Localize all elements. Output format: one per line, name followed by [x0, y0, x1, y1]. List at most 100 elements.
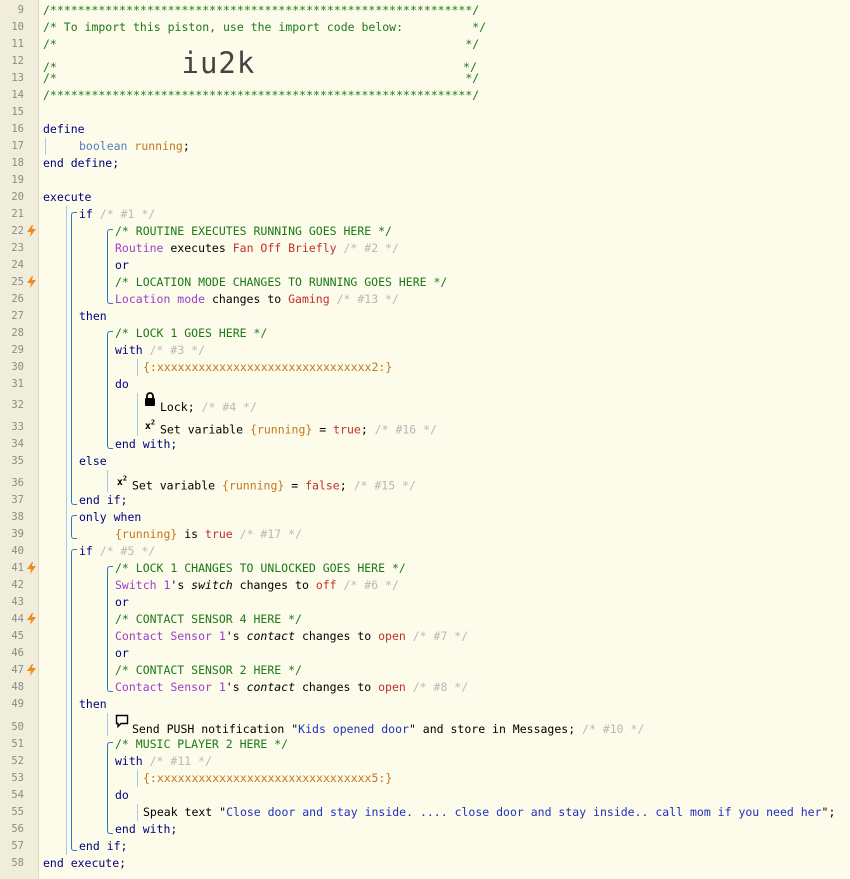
line-number: 45: [11, 630, 24, 642]
code-line[interactable]: 38 only when: [0, 509, 850, 526]
code-line[interactable]: 37 end if;: [0, 492, 850, 509]
line-number: 39: [11, 528, 24, 540]
code-line[interactable]: 32 Lock; /* #4 */: [0, 392, 850, 414]
code-token: ;: [339, 478, 347, 493]
line-number: 20: [11, 191, 24, 203]
code-line[interactable]: 20 execute: [0, 189, 850, 206]
lightning-bolt-icon[interactable]: [27, 664, 37, 677]
code-text: end execute;: [43, 855, 126, 872]
code-line[interactable]: 26 Location mode changes to Gaming /* #13…: [0, 291, 850, 308]
code-line[interactable]: 24 or: [0, 257, 850, 274]
code-line[interactable]: 35 else: [0, 453, 850, 470]
line-number: 42: [11, 579, 24, 591]
code-line[interactable]: 9 /**************************************…: [0, 2, 850, 19]
lightning-bolt-icon[interactable]: [27, 613, 37, 626]
code-token: /* #5 */: [99, 544, 156, 558]
code-line[interactable]: 46 or: [0, 645, 850, 662]
code-token: executes: [163, 241, 233, 255]
indent-guide: [107, 713, 108, 736]
code-line[interactable]: 52 with /* #11 */: [0, 753, 850, 770]
code-line[interactable]: 19: [0, 172, 850, 189]
code-token: changes to: [205, 292, 289, 306]
code-text: {:xxxxxxxxxxxxxxxxxxxxxxxxxxxxxxx2:}: [143, 359, 392, 376]
code-line[interactable]: 13 /* */: [0, 70, 850, 87]
code-line[interactable]: 50 Send PUSH notification "Kids opened do…: [0, 713, 850, 736]
code-line[interactable]: 42 Switch 1's switch changes to off /* #6…: [0, 577, 850, 594]
indent-guide: [137, 359, 138, 376]
code-token: =: [312, 422, 334, 437]
code-line[interactable]: 45 Contact Sensor 1's contact changes to …: [0, 628, 850, 645]
lightning-bolt-icon[interactable]: [27, 562, 37, 575]
code-token: Contact Sensor 1: [115, 629, 226, 643]
code-line[interactable]: 34 end with;: [0, 436, 850, 453]
code-text: end with;: [115, 436, 177, 453]
code-line[interactable]: 14 /*************************************…: [0, 87, 850, 104]
code-line[interactable]: 31 do: [0, 376, 850, 393]
line-number: 58: [11, 857, 24, 869]
code-line[interactable]: 21 if /* #1 */: [0, 206, 850, 223]
code-token: /* #2 */: [336, 241, 399, 255]
code-line[interactable]: 33 x2 Set variable {running} = true; /* #1…: [0, 414, 850, 436]
code-line[interactable]: 15: [0, 104, 850, 121]
code-line[interactable]: 39 {running} is true /* #17 */: [0, 526, 850, 543]
code-line[interactable]: 28 /* LOCK 1 GOES HERE */: [0, 325, 850, 342]
code-token: /***************************************…: [43, 3, 480, 17]
code-token: define: [43, 122, 85, 136]
code-token: open: [378, 629, 406, 643]
code-text: end if;: [79, 838, 127, 855]
code-token: /* CONTACT SENSOR 4 HERE */: [115, 612, 302, 626]
line-number: 14: [11, 89, 24, 101]
line-number: 37: [11, 494, 24, 506]
code-line[interactable]: 57 end if;: [0, 838, 850, 855]
code-line[interactable]: 30 {:xxxxxxxxxxxxxxxxxxxxxxxxxxxxxxx2:}: [0, 359, 850, 376]
piston-code-editor: 9 /**************************************…: [0, 0, 850, 879]
code-line[interactable]: 48 Contact Sensor 1's contact changes to …: [0, 679, 850, 696]
code-line[interactable]: 40 if /* #5 */: [0, 543, 850, 560]
code-token: Switch 1: [115, 578, 171, 592]
code-line[interactable]: 58 end execute;: [0, 855, 850, 872]
code-line[interactable]: 54 do: [0, 787, 850, 804]
code-token: Speak text ": [143, 805, 227, 819]
code-line[interactable]: 18 end define;: [0, 155, 850, 172]
indent-guide: [66, 206, 67, 855]
code-token: Close door and stay inside. .... close d…: [226, 805, 822, 819]
code-line[interactable]: 47 /* CONTACT SENSOR 2 HERE */: [0, 662, 850, 679]
code-line[interactable]: 44 /* CONTACT SENSOR 4 HERE */: [0, 611, 850, 628]
lightning-bolt-icon[interactable]: [27, 225, 37, 238]
code-line[interactable]: 49 then: [0, 696, 850, 713]
code-line[interactable]: 41 /* LOCK 1 CHANGES TO UNLOCKED GOES HER…: [0, 560, 850, 577]
code-line[interactable]: 23 Routine executes Fan Off Briefly /* #2…: [0, 240, 850, 257]
code-line[interactable]: 43 or: [0, 594, 850, 611]
line-number: 52: [11, 755, 24, 767]
code-line[interactable]: 55 Speak text "Close door and stay inside…: [0, 804, 850, 821]
code-token: Gaming: [288, 292, 330, 306]
code-line[interactable]: 25 /* LOCATION MODE CHANGES TO RUNNING GO…: [0, 274, 850, 291]
code-text: /* To import this piston, use the import…: [43, 19, 486, 36]
code-line[interactable]: 16 define: [0, 121, 850, 138]
code-token: =: [284, 478, 306, 493]
code-line[interactable]: 11 /* */: [0, 36, 850, 53]
code-token: Kids opened door: [298, 722, 409, 736]
code-line[interactable]: 10 /* To import this piston, use the impo…: [0, 19, 850, 36]
lightning-bolt-icon[interactable]: [27, 276, 37, 289]
code-line[interactable]: 36 x2 Set variable {running} = false; /* #…: [0, 470, 850, 492]
code-token: /* LOCK 1 GOES HERE */: [115, 326, 268, 340]
code-text: /* CONTACT SENSOR 4 HERE */: [115, 611, 302, 628]
code-line[interactable]: 51 /* MUSIC PLAYER 2 HERE */: [0, 736, 850, 753]
code-line[interactable]: 17 boolean running;: [0, 138, 850, 155]
code-text: if /* #1 */: [79, 206, 155, 223]
code-text: execute: [43, 189, 91, 206]
code-line[interactable]: 53 {:xxxxxxxxxxxxxxxxxxxxxxxxxxxxxxx5:}: [0, 770, 850, 787]
code-token: true: [205, 527, 233, 541]
code-token: /* #6 */: [336, 578, 399, 592]
code-line[interactable]: 27 then: [0, 308, 850, 325]
code-line[interactable]: 29 with /* #3 */: [0, 342, 850, 359]
code-text: end with;: [115, 821, 177, 838]
code-token: /* #1 */: [99, 207, 156, 221]
code-line[interactable]: 12/* iu2k */: [0, 49, 850, 78]
code-token: end with;: [115, 822, 178, 836]
code-line[interactable]: 56 end with;: [0, 821, 850, 838]
code-line[interactable]: 22 /* ROUTINE EXECUTES RUNNING GOES HERE …: [0, 223, 850, 240]
code-token: 's: [170, 578, 192, 592]
code-token: Lock;: [160, 400, 195, 414]
